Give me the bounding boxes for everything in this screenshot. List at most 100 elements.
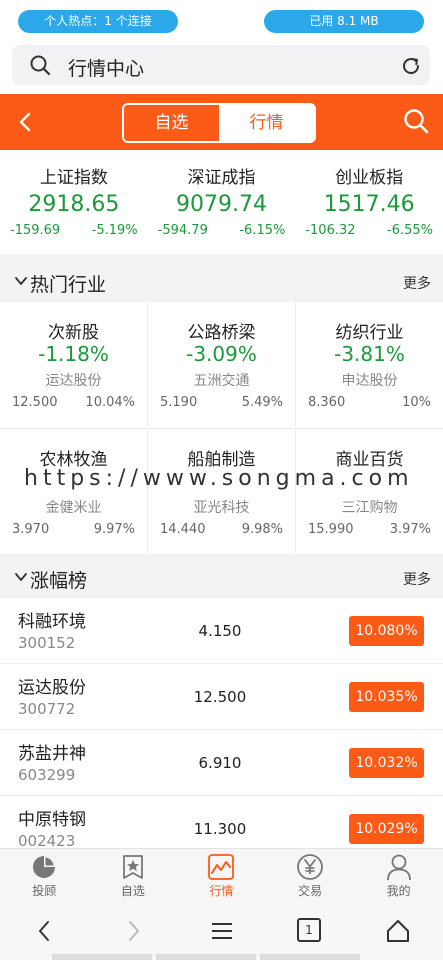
tabs-count-button[interactable]: 1 [297,918,321,942]
tab-trade[interactable]: 交易 [266,849,355,902]
index-percent: -5.19% [91,223,138,238]
stock-code: 002423 [18,832,76,848]
stock-price: 4.150 [198,622,242,640]
list-item[interactable]: 科融环境 300152 4.150 10.080% [0,598,443,664]
index-price: 1517.46 [323,192,415,217]
industry-percent: -3.09% [186,342,257,366]
leading-stock: 运达股份 [45,373,102,389]
bottom-tab-bar: 投顾 自选 行情 交易 我的 [0,848,443,902]
menu-icon[interactable] [209,918,235,944]
stock-price: 8.360 [308,395,346,410]
index-name: 上证指数 [39,168,108,188]
stock-price: 14.440 [160,522,206,537]
index-price: 2918.65 [28,192,120,217]
line-chart-icon [208,854,235,880]
user-icon [386,854,411,881]
search-input[interactable]: 行情中心 [12,45,430,85]
index-card[interactable]: 创业板指 1517.46 -106.32 -6.55% [295,150,443,254]
tab-watchlist[interactable]: 自选 [89,849,178,902]
watermark: https://www.songma.com [24,466,414,491]
industry-cell[interactable]: 商业百货 三江购物 15.990 3.97% [296,429,443,553]
index-name: 深证成指 [187,168,256,188]
stock-price: 3.970 [12,522,50,537]
more-link[interactable]: 更多 [403,273,431,293]
leading-stock: 申达股份 [341,373,398,389]
industry-cell[interactable]: 船舶制造 亚光科技 14.440 9.98% [148,429,296,553]
browser-search-bar: 行情中心 [0,40,443,94]
pie-chart-icon [33,856,56,878]
hot-industry-header: 热门行业 更多 [0,260,443,302]
status-bar: 个人热点：1 个连接 已用 8.1 MB [0,0,443,40]
stock-price: 6.910 [198,754,242,772]
stock-percent: 10.04% [85,395,135,410]
list-item[interactable]: 中原特钢 002423 11.300 10.029% [0,796,443,848]
stock-price: 15.990 [308,522,354,537]
percent-badge: 10.032% [349,748,424,778]
index-card[interactable]: 深证成指 9079.74 -594.79 -6.15% [148,150,296,254]
tab-market[interactable]: 行情 [219,105,314,141]
tab-market[interactable]: 行情 [177,849,266,902]
stock-name: 苏盐井神 [18,744,86,764]
nav-indicator [260,954,360,960]
refresh-icon[interactable] [400,55,422,77]
chevron-down-icon[interactable] [14,571,28,583]
industry-name: 公路桥梁 [187,323,256,343]
hotspot-pill[interactable]: 个人热点：1 个连接 [18,10,178,33]
stock-percent: 9.97% [93,522,135,537]
system-nav-bar: 1 [0,902,443,960]
leading-stock: 三江购物 [341,500,398,516]
stock-price: 12.500 [12,395,58,410]
industry-cell[interactable]: 公路桥梁 -3.09% 五洲交通 5.190 5.49% [148,302,296,426]
leading-stock: 亚光科技 [193,500,250,516]
back-arrow-icon[interactable] [14,110,38,134]
industry-percent: -1.18% [38,342,109,366]
stock-price: 5.190 [160,395,198,410]
section-title: 涨幅榜 [30,570,88,592]
yen-icon [297,854,323,880]
star-document-icon [122,855,143,879]
industry-percent: -3.81% [334,342,405,366]
tab-watchlist[interactable]: 自选 [124,105,219,141]
search-icon [30,55,50,75]
list-item[interactable]: 运达股份 300772 12.500 10.035% [0,664,443,730]
percent-badge: 10.080% [349,616,424,646]
industry-cell[interactable]: 纺织行业 -3.81% 申达股份 8.360 10% [296,302,443,426]
index-percent: -6.55% [387,223,434,238]
forward-icon[interactable] [120,918,146,944]
stock-percent: 5.49% [241,395,283,410]
industry-grid: 次新股 -1.18% 运达股份 12.500 10.04% 公路桥梁 -3.09… [0,302,443,554]
stock-code: 603299 [18,766,76,784]
more-link[interactable]: 更多 [403,569,431,589]
search-icon[interactable] [403,108,429,134]
index-percent: -6.15% [239,223,286,238]
industry-name: 纺织行业 [335,323,404,343]
market-indices: 上证指数 2918.65 -159.69 -5.19% 深证成指 9079.74… [0,150,443,254]
tab-label: 行情 [209,884,234,898]
industry-row: 次新股 -1.18% 运达股份 12.500 10.04% 公路桥梁 -3.09… [0,302,443,426]
tab-profile[interactable]: 我的 [354,849,443,902]
stock-percent: 10% [402,395,431,410]
stock-name: 运达股份 [18,678,86,698]
industry-cell[interactable]: 农林牧渔 金健米业 3.970 9.97% [0,429,148,553]
tab-advisor[interactable]: 投顾 [0,849,89,902]
segment-control: 自选 行情 [122,103,316,143]
index-card[interactable]: 上证指数 2918.65 -159.69 -5.19% [0,150,148,254]
tab-label: 我的 [386,884,411,898]
search-text: 行情中心 [68,58,145,80]
index-change: -159.69 [10,223,61,238]
tab-label: 自选 [120,884,145,898]
chevron-down-icon[interactable] [14,275,28,287]
section-title: 热门行业 [30,274,107,296]
percent-badge: 10.035% [349,682,424,712]
home-icon[interactable] [385,918,411,944]
industry-row: 农林牧渔 金健米业 3.970 9.97% 船舶制造 亚光科技 14.440 9… [0,429,443,553]
data-usage-pill[interactable]: 已用 8.1 MB [264,10,424,33]
index-price: 9079.74 [176,192,267,217]
stock-name: 中原特钢 [18,810,86,830]
industry-cell[interactable]: 次新股 -1.18% 运达股份 12.500 10.04% [0,302,148,426]
index-name: 创业板指 [335,168,404,188]
list-item[interactable]: 苏盐井神 603299 6.910 10.032% [0,730,443,796]
stock-price: 11.300 [193,820,247,838]
back-icon[interactable] [32,918,58,944]
industry-name: 次新股 [48,323,99,343]
